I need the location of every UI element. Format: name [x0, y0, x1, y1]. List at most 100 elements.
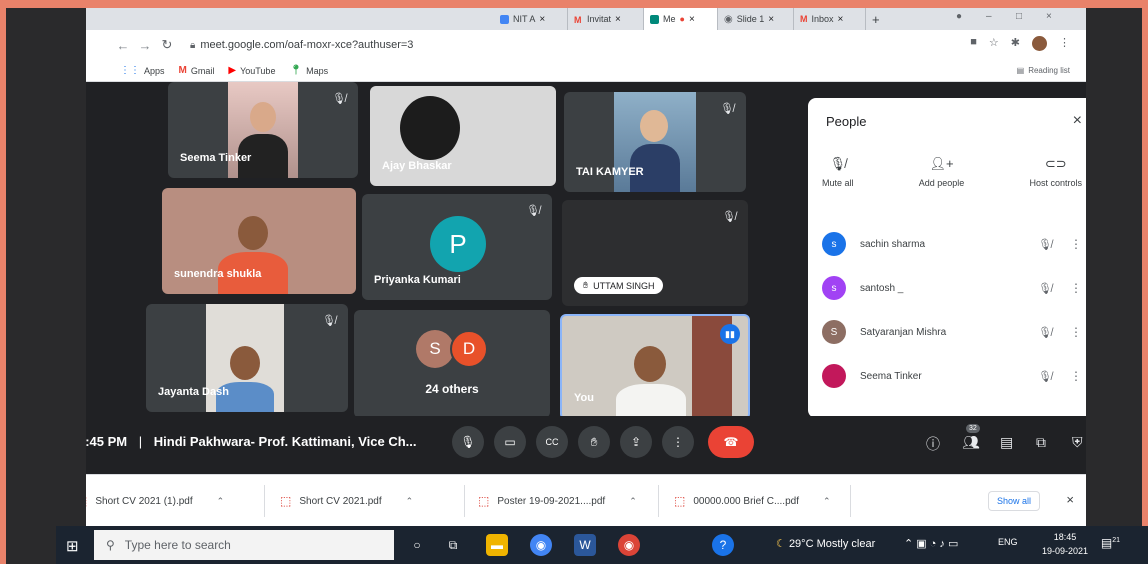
download-item[interactable]: ⬚ 00000.000 Brief C....pdf ⌃: [674, 489, 831, 513]
chevron-up-icon[interactable]: ⌃: [823, 496, 831, 507]
captions-button[interactable]: CC: [536, 426, 568, 458]
pdf-icon: ⬚: [280, 494, 292, 508]
more-options-button[interactable]: ⋮: [662, 426, 694, 458]
meeting-info: 6:45 PM | Hindi Pakhwara- Prof. Kattiman…: [86, 434, 417, 449]
present-button[interactable]: ⇪: [620, 426, 652, 458]
chat-icon[interactable]: ▤: [1000, 434, 1013, 451]
task-view-icon[interactable]: ⧉: [442, 534, 464, 556]
tab-slide[interactable]: ◉ Slide 1 ×: [718, 8, 794, 30]
cortana-icon[interactable]: ○: [406, 534, 428, 556]
bookmark-gmail[interactable]: M Gmail: [179, 65, 215, 76]
divider: [264, 485, 265, 517]
forward-icon[interactable]: →: [134, 38, 156, 53]
maximize-icon[interactable]: □: [1016, 11, 1022, 22]
close-icon[interactable]: ×: [1073, 112, 1082, 130]
download-item[interactable]: ⬚ Poster 19-09-2021....pdf ⌃: [478, 489, 637, 513]
language-indicator[interactable]: ENG: [998, 537, 1018, 547]
reading-list-button[interactable]: ▤ Reading list: [1017, 66, 1070, 75]
chevron-up-icon[interactable]: ⌃: [217, 496, 225, 507]
host-controls-icon[interactable]: ⛨: [1072, 434, 1083, 451]
camera-icon[interactable]: ■: [970, 36, 977, 51]
close-icon[interactable]: ×: [615, 14, 621, 25]
close-icon[interactable]: ×: [768, 14, 774, 25]
list-item[interactable]: S Satyaranjan Mishra 🎙︎̸ ⋮: [822, 310, 1082, 354]
star-icon[interactable]: ☆: [989, 36, 999, 51]
more-options-icon[interactable]: ⋮: [1070, 325, 1082, 339]
tray-icons[interactable]: ⌃ ▣ ◔ ♪ ▭: [904, 537, 958, 550]
url-text: meet.google.com/oaf-moxr-xce?authuser=3: [200, 39, 414, 51]
browser-window: NIT A × M Invitat × Me ● × ◉ Slide 1 × M…: [86, 8, 1086, 564]
list-item[interactable]: s santosh _ 🎙︎̸ ⋮: [822, 266, 1082, 310]
gmail-icon: M: [178, 65, 187, 76]
participant-tile[interactable]: 🎙︎̸ Jayanta Dash: [146, 304, 348, 412]
more-options-icon[interactable]: ⋮: [1070, 237, 1082, 251]
tab-nit[interactable]: NIT A ×: [494, 8, 568, 30]
profile-dot-icon[interactable]: ●: [956, 11, 962, 22]
tab-invitation[interactable]: M Invitat ×: [568, 8, 644, 30]
download-item[interactable]: ⬚ Short CV 2021.pdf ⌃: [280, 489, 413, 513]
file-explorer-icon[interactable]: ▬: [486, 534, 508, 556]
weather-widget[interactable]: ☾ 29°C Mostly clear: [776, 537, 875, 550]
show-all-button[interactable]: Show all: [987, 491, 1040, 511]
raise-hand-button[interactable]: ✋︎: [578, 426, 610, 458]
reload-icon[interactable]: ↻: [156, 37, 178, 53]
windows-taskbar: ⊞ ⚲ Type here to search ○ ⧉ ▬ ◉ W ◉ ? ☾ …: [56, 526, 1148, 564]
minimize-icon[interactable]: –: [986, 11, 992, 22]
menu-icon[interactable]: ⋮: [1059, 36, 1070, 51]
notification-count: 21: [1112, 537, 1120, 544]
camera-button[interactable]: ▭: [494, 426, 526, 458]
info-icon[interactable]: ⓘ: [926, 434, 940, 454]
list-item[interactable]: s sachin sharma 🎙︎̸ ⋮: [822, 222, 1082, 266]
self-tile[interactable]: ▮▮ You: [560, 314, 750, 420]
participant-tile[interactable]: sunendra shukla: [162, 188, 356, 294]
window-close-icon[interactable]: ×: [1046, 11, 1052, 22]
bookmark-maps[interactable]: 📍︎ Maps: [289, 65, 328, 76]
windows-start-icon[interactable]: ⊞: [66, 537, 79, 555]
tab-inbox[interactable]: M Inbox ×: [794, 8, 866, 30]
download-item[interactable]: ⬚ Short CV 2021 (1).pdf ⌃: [86, 489, 224, 513]
avatar: P: [430, 216, 486, 272]
chevron-up-icon[interactable]: ⌃: [406, 496, 414, 507]
more-options-icon[interactable]: ⋮: [1070, 281, 1082, 295]
search-icon: ⚲: [106, 538, 115, 552]
close-icon[interactable]: ×: [539, 14, 545, 25]
profile-avatar[interactable]: [1032, 36, 1047, 51]
url-field[interactable]: 🔒︎ meet.google.com/oaf-moxr-xce?authuser…: [190, 39, 413, 51]
activities-icon[interactable]: ⧉: [1036, 434, 1046, 451]
participant-tile[interactable]: P 🎙︎̸ Priyanka Kumari: [362, 194, 552, 300]
close-icon[interactable]: ×: [838, 14, 844, 25]
help-icon[interactable]: ?: [712, 534, 734, 556]
participant-tile[interactable]: 🎙︎̸ Seema Tinker: [168, 82, 358, 178]
participant-tile[interactable]: 🎙︎̸ ✋︎ UTTAM SINGH: [562, 200, 748, 306]
list-item[interactable]: Seema Tinker 🎙︎̸ ⋮: [822, 354, 1082, 398]
mic-button[interactable]: 🎙︎: [452, 426, 484, 458]
new-tab-button[interactable]: +: [866, 8, 896, 30]
participant-name: sunendra shukla: [174, 268, 262, 280]
bookmark-youtube[interactable]: ▶ YouTube: [228, 65, 275, 76]
download-filename: Poster 19-09-2021....pdf: [497, 495, 606, 507]
host-controls-button[interactable]: ⊂⊃ Host controls: [1029, 156, 1082, 188]
more-options-icon[interactable]: ⋮: [1070, 369, 1082, 383]
word-icon[interactable]: W: [574, 534, 596, 556]
participant-tile[interactable]: 🎙︎̸ TAI KAMYER: [564, 92, 746, 192]
chevron-up-icon[interactable]: ⌃: [629, 496, 637, 507]
end-call-button[interactable]: ☎︎: [708, 426, 754, 458]
back-icon[interactable]: ←: [112, 38, 134, 53]
taskbar-search[interactable]: ⚲ Type here to search: [94, 530, 394, 560]
notifications-icon[interactable]: ▤21: [1101, 536, 1120, 550]
add-people-button[interactable]: 👤︎+ Add people: [919, 156, 965, 188]
extensions-icon[interactable]: ✱: [1011, 36, 1020, 51]
close-icon[interactable]: ×: [1066, 492, 1074, 507]
close-icon[interactable]: ×: [689, 14, 695, 25]
others-tile[interactable]: S D 24 others: [354, 310, 550, 418]
people-icon[interactable]: 32 👥︎: [962, 424, 980, 451]
chrome-profile-icon[interactable]: ◉: [618, 534, 640, 556]
participant-tile[interactable]: Ajay Bhaskar: [370, 86, 556, 186]
clock[interactable]: 18:45 19-09-2021: [1042, 530, 1088, 558]
chrome-icon[interactable]: ◉: [530, 534, 552, 556]
tab-meet[interactable]: Me ● ×: [644, 8, 718, 30]
mic-off-icon: 🎙︎̸: [526, 205, 540, 217]
bookmark-apps[interactable]: ⋮⋮ Apps: [120, 65, 165, 76]
mute-all-button[interactable]: 🎙︎̸ Mute all: [822, 156, 854, 188]
participant-list: s sachin sharma 🎙︎̸ ⋮ s santosh _ 🎙︎̸ ⋮ …: [822, 222, 1082, 398]
